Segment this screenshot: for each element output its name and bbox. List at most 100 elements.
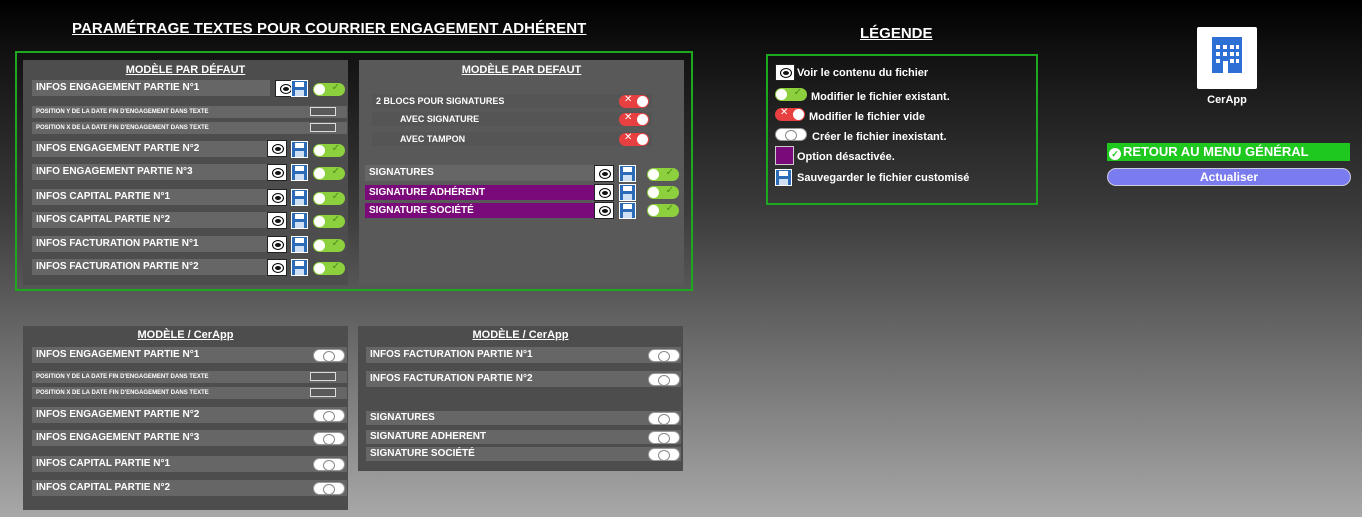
back-button-label: RETOUR AU MENU GÉNÉRAL <box>1123 144 1309 159</box>
panel-header: MODÈLE PAR DÉFAUT <box>125 64 246 76</box>
toggle-on[interactable] <box>313 191 345 205</box>
row-capital-1: INFOS CAPITAL PARTIE N°1 <box>32 456 347 472</box>
toggle-on[interactable] <box>313 238 345 252</box>
row-engagement-1: INFOS ENGAGEMENT PARTIE N°1 <box>32 347 347 363</box>
toggle-on[interactable] <box>313 166 345 180</box>
row-position-y: POSITION Y DE LA DATE FIN D'ENGAGEMENT D… <box>32 371 347 383</box>
row-position-y: POSITION Y DE LA DATE FIN D'ENGAGEMENT D… <box>32 106 347 118</box>
row-facturation-1: INFOS FACTURATION PARTIE N°1 <box>32 236 270 252</box>
row-engagement-3: INFOS ENGAGEMENT PARTIE N°3 <box>32 430 347 446</box>
toggle-empty[interactable] <box>619 132 649 146</box>
disabled-swatch-icon <box>775 146 794 165</box>
row-facturation-2: INFOS FACTURATION PARTIE N°2 <box>366 371 681 387</box>
row-signature-adherent: SIGNATURE ADHERENT <box>366 430 681 444</box>
row-facturation-2: INFOS FACTURATION PARTIE N°2 <box>32 259 270 275</box>
toggle-empty-icon <box>775 107 805 121</box>
save-icon[interactable] <box>291 236 308 253</box>
save-icon[interactable] <box>291 212 308 229</box>
save-icon[interactable] <box>619 184 636 201</box>
position-y-field[interactable] <box>310 107 336 116</box>
position-x-field[interactable] <box>310 123 336 132</box>
eye-icon[interactable] <box>267 189 287 206</box>
toggle-on-icon <box>775 87 807 101</box>
default-right-panel: MODÈLE PAR DEFAUT 2 BLOCS POUR SIGNATURE… <box>359 60 684 285</box>
row-signatures: SIGNATURES <box>366 411 681 425</box>
save-icon[interactable] <box>619 165 636 182</box>
toggle-create[interactable] <box>313 482 345 495</box>
toggle-on[interactable] <box>313 143 345 157</box>
toggle-on[interactable] <box>647 167 679 181</box>
row-position-x: POSITION X DE LA DATE FIN D'ENGAGEMENT D… <box>32 387 347 399</box>
toggle-empty[interactable] <box>619 94 649 108</box>
toggle-create[interactable] <box>648 373 680 386</box>
toggle-create[interactable] <box>313 432 345 445</box>
row-avec-tampon: AVEC TAMPON <box>372 132 652 146</box>
check-circle-icon: ✓ <box>1109 148 1121 160</box>
eye-icon <box>775 64 795 81</box>
back-to-menu-button[interactable]: ✓ RETOUR AU MENU GÉNÉRAL <box>1107 143 1350 161</box>
panel-header: MODÈLE / CerApp <box>472 329 569 341</box>
legend-disabled: Option désactivée. <box>797 151 895 163</box>
toggle-create[interactable] <box>648 431 680 444</box>
toggle-on[interactable] <box>313 82 345 96</box>
row-engagement-1: INFOS ENGAGEMENT PARTIE N°1 <box>32 80 270 96</box>
position-x-field[interactable] <box>310 388 336 397</box>
save-icon[interactable] <box>291 164 308 181</box>
save-icon[interactable] <box>619 202 636 219</box>
cerapp-right-panel: MODÈLE / CerApp INFOS FACTURATION PARTIE… <box>358 326 683 471</box>
row-signature-adherent: SIGNATURE ADHÉRENT <box>365 185 597 200</box>
eye-icon[interactable] <box>594 184 614 201</box>
toggle-on[interactable] <box>313 261 345 275</box>
row-capital-1: INFOS CAPITAL PARTIE N°1 <box>32 189 270 205</box>
row-facturation-1: INFOS FACTURATION PARTIE N°1 <box>366 347 681 363</box>
eye-icon[interactable] <box>267 164 287 181</box>
save-icon[interactable] <box>291 259 308 276</box>
toggle-create[interactable] <box>648 349 680 362</box>
row-signature-societe: SIGNATURE SOCIÉTÉ <box>366 447 681 461</box>
save-icon[interactable] <box>291 189 308 206</box>
cerapp-app-icon[interactable] <box>1197 27 1257 89</box>
legend-save: Sauvegarder le fichier customisé <box>797 172 970 184</box>
toggle-create[interactable] <box>313 409 345 422</box>
row-engagement-2: INFOS ENGAGEMENT PARTIE N°2 <box>32 141 270 157</box>
toggle-create[interactable] <box>648 412 680 425</box>
eye-icon[interactable] <box>267 259 287 276</box>
default-left-panel: MODÈLE PAR DÉFAUT INFOS ENGAGEMENT PARTI… <box>23 60 348 285</box>
row-avec-signature: AVEC SIGNATURE <box>372 112 652 126</box>
toggle-create[interactable] <box>648 448 680 461</box>
row-engagement-3: INFO ENGAGEMENT PARTIE N°3 <box>32 164 270 180</box>
toggle-on[interactable] <box>647 203 679 217</box>
legend-create: Créer le fichier inexistant. <box>812 131 947 143</box>
panel-header: MODÈLE PAR DEFAUT <box>461 64 582 76</box>
row-position-x: POSITION X DE LA DATE FIN D'ENGAGEMENT D… <box>32 122 347 134</box>
position-y-field[interactable] <box>310 372 336 381</box>
save-icon[interactable] <box>291 80 308 97</box>
row-capital-2: INFOS CAPITAL PARTIE N°2 <box>32 212 270 228</box>
toggle-empty[interactable] <box>619 112 649 126</box>
building-icon <box>1212 37 1242 73</box>
eye-icon[interactable] <box>267 140 287 157</box>
toggle-create[interactable] <box>313 458 345 471</box>
eye-icon[interactable] <box>267 236 287 253</box>
legend-modify-existing: Modifier le fichier existant. <box>811 91 950 103</box>
eye-icon[interactable] <box>594 202 614 219</box>
toggle-create[interactable] <box>313 349 345 362</box>
page-title: PARAMÉTRAGE TEXTES POUR COURRIER ENGAGEM… <box>72 20 587 37</box>
eye-icon[interactable] <box>267 212 287 229</box>
cerapp-label: CerApp <box>1207 94 1247 106</box>
save-icon <box>775 169 792 186</box>
save-icon[interactable] <box>291 141 308 158</box>
refresh-button[interactable]: Actualiser <box>1107 168 1351 186</box>
cerapp-left-panel: MODÈLE / CerApp INFOS ENGAGEMENT PARTIE … <box>23 326 348 510</box>
row-2-blocs: 2 BLOCS POUR SIGNATURES <box>372 94 652 108</box>
legend-modify-empty: Modifier le fichier vide <box>809 111 926 123</box>
legend-title: LÉGENDE <box>860 25 933 42</box>
row-signature-societe: SIGNATURE SOCIÉTÉ <box>365 203 597 218</box>
toggle-on[interactable] <box>313 214 345 228</box>
toggle-on[interactable] <box>647 185 679 199</box>
row-capital-2: INFOS CAPITAL PARTIE N°2 <box>32 480 347 496</box>
row-signatures: SIGNATURES <box>365 165 597 181</box>
toggle-create-icon <box>775 128 807 141</box>
eye-icon[interactable] <box>594 165 614 182</box>
legend-view: Voir le contenu du fichier <box>797 67 929 79</box>
